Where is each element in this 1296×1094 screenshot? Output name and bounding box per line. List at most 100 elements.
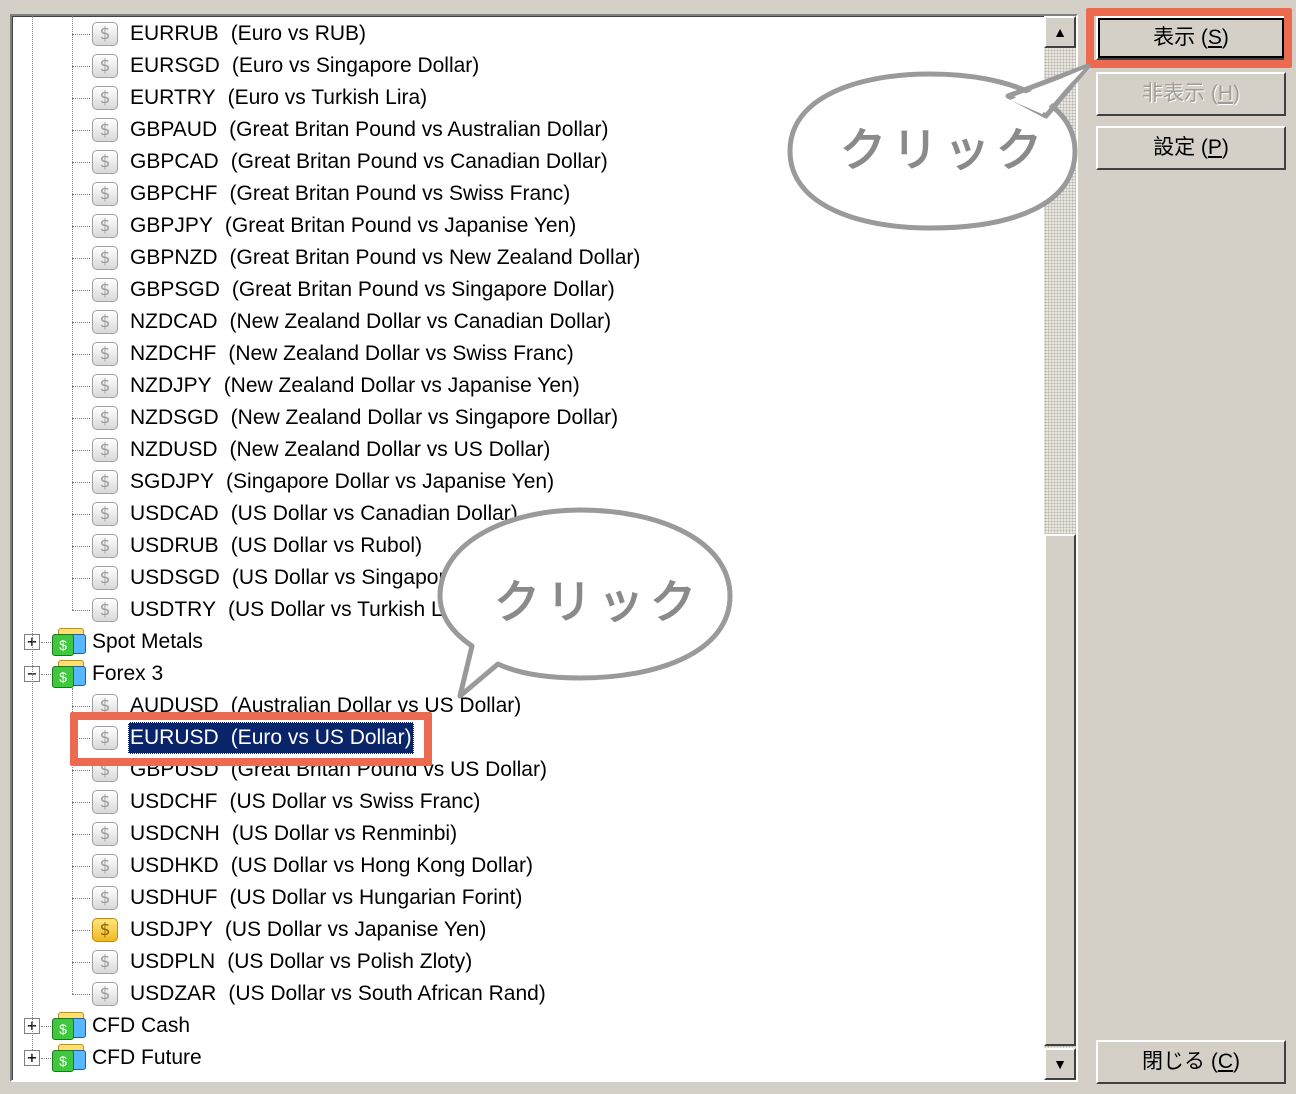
symbol-row-usdpln[interactable]: $ USDPLN (US Dollar vs Polish Zloty) (12, 946, 1044, 978)
symbol-row-gbpjpy[interactable]: $ GBPJPY (Great Britan Pound vs Japanise Y… (12, 210, 1044, 242)
symbol-description: (US Dollar vs Polish Zloty) (227, 950, 473, 973)
symbol-row-usdsgd[interactable]: $ USDSGD (US Dollar vs Singapore Dollar) (12, 562, 1044, 594)
symbol-description: (Great Britan Pound vs Swiss Franc) (229, 182, 571, 205)
symbol-label[interactable]: USDTRY (US Dollar vs Turkish Lira) (128, 594, 475, 626)
symbol-row-audusd[interactable]: $ AUDUSD (Australian Dollar vs US Dollar) (12, 690, 1044, 722)
symbol-label[interactable]: EURSGD (Euro vs Singapore Dollar) (128, 50, 481, 82)
symbol-label[interactable]: EURUSD (Euro vs US Dollar) (128, 722, 414, 754)
vertical-scrollbar[interactable]: ▲ ▼ (1044, 16, 1076, 1080)
symbol-code: USDHKD (130, 854, 219, 877)
symbol-label[interactable]: SGDJPY (Singapore Dollar vs Japanise Yen) (128, 466, 556, 498)
symbol-tree-panel[interactable]: $ EURRUB (Euro vs RUB) $ EURSGD (Euro vs Sing… (10, 14, 1078, 1082)
symbol-row-gbpcad[interactable]: $ GBPCAD (Great Britan Pound vs Canadian D… (12, 146, 1044, 178)
symbol-row-gbpnzd[interactable]: $ GBPNZD (Great Britan Pound vs New Zealan… (12, 242, 1044, 274)
symbol-label[interactable]: USDCNH (US Dollar vs Renminbi) (128, 818, 459, 850)
symbol-description: (Great Britan Pound vs Japanise Yen) (224, 214, 577, 237)
symbol-label[interactable]: USDRUB (US Dollar vs Rubol) (128, 530, 424, 562)
symbol-label[interactable]: USDCHF (US Dollar vs Swiss Franc) (128, 786, 482, 818)
symbol-dollar-icon: $ (92, 886, 118, 910)
symbol-row-eurusd[interactable]: $ EURUSD (Euro vs US Dollar) (12, 722, 1044, 754)
symbol-label[interactable]: NZDCAD (New Zealand Dollar vs Canadian Do… (128, 306, 613, 338)
symbol-row-nzdjpy[interactable]: $ NZDJPY (New Zealand Dollar vs Japanise Y… (12, 370, 1044, 402)
symbol-row-usdchf[interactable]: $ USDCHF (US Dollar vs Swiss Franc) (12, 786, 1044, 818)
group-row-spot-metals[interactable]: + $ Spot Metals (12, 626, 1044, 658)
symbol-row-sgdjpy[interactable]: $ SGDJPY (Singapore Dollar vs Japanise Yen… (12, 466, 1044, 498)
symbol-label[interactable]: NZDJPY (New Zealand Dollar vs Japanise Ye… (128, 370, 582, 402)
symbol-label[interactable]: AUDUSD (Australian Dollar vs US Dollar) (128, 690, 523, 722)
symbol-code: EURRUB (130, 22, 219, 45)
group-label[interactable]: CFD Future (92, 1042, 202, 1074)
symbol-row-usdjpy[interactable]: $ USDJPY (US Dollar vs Japanise Yen) (12, 914, 1044, 946)
symbol-code: USDTRY (130, 598, 216, 621)
scroll-up-button[interactable]: ▲ (1044, 16, 1076, 48)
symbol-description: (Australian Dollar vs US Dollar) (230, 694, 522, 717)
group-label[interactable]: Forex 3 (92, 658, 163, 690)
symbol-dollar-icon: $ (92, 726, 118, 750)
symbol-row-eurtry[interactable]: $ EURTRY (Euro vs Turkish Lira) (12, 82, 1044, 114)
symbol-dollar-icon: $ (92, 278, 118, 302)
hide-button-suffix: ) (1233, 82, 1240, 105)
group-label[interactable]: Spot Metals (92, 626, 203, 658)
symbol-row-usdrub[interactable]: $ USDRUB (US Dollar vs Rubol) (12, 530, 1044, 562)
symbol-row-gbpchf[interactable]: $ GBPCHF (Great Britan Pound vs Swiss Fran… (12, 178, 1044, 210)
scroll-down-button[interactable]: ▼ (1044, 1048, 1076, 1080)
symbol-description: (Euro vs RUB) (230, 22, 367, 45)
symbol-dollar-icon: $ (92, 502, 118, 526)
symbol-row-eursgd[interactable]: $ EURSGD (Euro vs Singapore Dollar) (12, 50, 1044, 82)
tree-connector-line (72, 834, 90, 835)
symbol-row-gbpaud[interactable]: $ GBPAUD (Great Britan Pound vs Australian… (12, 114, 1044, 146)
symbol-label[interactable]: USDSGD (US Dollar vs Singapore Dollar) (128, 562, 527, 594)
symbol-row-gbpusd[interactable]: $ GBPUSD (Great Britan Pound vs US Dollar) (12, 754, 1044, 786)
symbol-description: (New Zealand Dollar vs Swiss Franc) (228, 342, 574, 365)
symbol-label[interactable]: GBPAUD (Great Britan Pound vs Australian … (128, 114, 610, 146)
tree-connector-line (72, 706, 90, 707)
symbol-row-usdhkd[interactable]: $ USDHKD (US Dollar vs Hong Kong Dollar) (12, 850, 1044, 882)
symbol-label[interactable]: EURRUB (Euro vs RUB) (128, 18, 368, 50)
symbol-code: NZDCHF (130, 342, 217, 365)
group-row-cfd-cash[interactable]: + $ CFD Cash (12, 1010, 1044, 1042)
symbol-description: (Great Britan Pound vs Canadian Dollar) (230, 150, 608, 173)
symbol-label[interactable]: GBPSGD (Great Britan Pound vs Singapore D… (128, 274, 617, 306)
scroll-thumb[interactable] (1044, 534, 1076, 1046)
tree-connector-line (72, 450, 90, 451)
symbol-row-usdcad[interactable]: $ USDCAD (US Dollar vs Canadian Dollar) (12, 498, 1044, 530)
symbol-dollar-icon: $ (92, 118, 118, 142)
symbol-row-usdzar[interactable]: $ USDZAR (US Dollar vs South African Rand) (12, 978, 1044, 1010)
symbol-label[interactable]: USDHKD (US Dollar vs Hong Kong Dollar) (128, 850, 535, 882)
group-row-cfd-future[interactable]: + $ CFD Future (12, 1042, 1044, 1074)
symbol-row-nzdsgd[interactable]: $ NZDSGD (New Zealand Dollar vs Singapore … (12, 402, 1044, 434)
symbol-label[interactable]: NZDUSD (New Zealand Dollar vs US Dollar) (128, 434, 552, 466)
symbol-row-usdhuf[interactable]: $ USDHUF (US Dollar vs Hungarian Forint) (12, 882, 1044, 914)
symbol-label[interactable]: USDPLN (US Dollar vs Polish Zloty) (128, 946, 474, 978)
show-button[interactable]: 表示 (S) (1096, 16, 1286, 60)
hide-button-accel: H (1217, 82, 1233, 105)
symbol-description: (US Dollar vs Canadian Dollar) (230, 502, 518, 525)
symbol-label[interactable]: USDJPY (US Dollar vs Japanise Yen) (128, 914, 488, 946)
close-button-suffix: ) (1233, 1050, 1240, 1073)
settings-button[interactable]: 設定 (P) (1096, 126, 1286, 170)
group-row-forex3[interactable]: − $ Forex 3 (12, 658, 1044, 690)
group-label[interactable]: CFD Cash (92, 1010, 190, 1042)
symbol-label[interactable]: NZDCHF (New Zealand Dollar vs Swiss Franc… (128, 338, 576, 370)
symbol-label[interactable]: USDZAR (US Dollar vs South African Rand) (128, 978, 548, 1010)
symbol-row-eurrub[interactable]: $ EURRUB (Euro vs RUB) (12, 18, 1044, 50)
symbol-label[interactable]: GBPJPY (Great Britan Pound vs Japanise Ye… (128, 210, 578, 242)
symbol-label[interactable]: USDHUF (US Dollar vs Hungarian Forint) (128, 882, 524, 914)
symbol-row-usdcnh[interactable]: $ USDCNH (US Dollar vs Renminbi) (12, 818, 1044, 850)
symbol-row-gbpsgd[interactable]: $ GBPSGD (Great Britan Pound vs Singapore … (12, 274, 1044, 306)
symbol-row-nzdchf[interactable]: $ NZDCHF (New Zealand Dollar vs Swiss Fran… (12, 338, 1044, 370)
expand-icon[interactable]: + (24, 1050, 40, 1066)
symbol-label[interactable]: GBPUSD (Great Britan Pound vs US Dollar) (128, 754, 549, 786)
symbol-label[interactable]: USDCAD (US Dollar vs Canadian Dollar) (128, 498, 520, 530)
symbol-description: (New Zealand Dollar vs US Dollar) (229, 438, 551, 461)
close-button[interactable]: 閉じる (C) (1096, 1040, 1286, 1084)
symbol-row-nzdusd[interactable]: $ NZDUSD (New Zealand Dollar vs US Dollar) (12, 434, 1044, 466)
symbol-label[interactable]: NZDSGD (New Zealand Dollar vs Singapore D… (128, 402, 620, 434)
symbol-row-nzdcad[interactable]: $ NZDCAD (New Zealand Dollar vs Canadian D… (12, 306, 1044, 338)
symbol-label[interactable]: GBPNZD (Great Britan Pound vs New Zealand… (128, 242, 642, 274)
hide-button[interactable]: 非表示 (H) (1096, 72, 1286, 116)
symbol-label[interactable]: EURTRY (Euro vs Turkish Lira) (128, 82, 429, 114)
symbol-row-usdtry[interactable]: $ USDTRY (US Dollar vs Turkish Lira) (12, 594, 1044, 626)
symbol-label[interactable]: GBPCHF (Great Britan Pound vs Swiss Franc… (128, 178, 572, 210)
symbol-label[interactable]: GBPCAD (Great Britan Pound vs Canadian Do… (128, 146, 610, 178)
